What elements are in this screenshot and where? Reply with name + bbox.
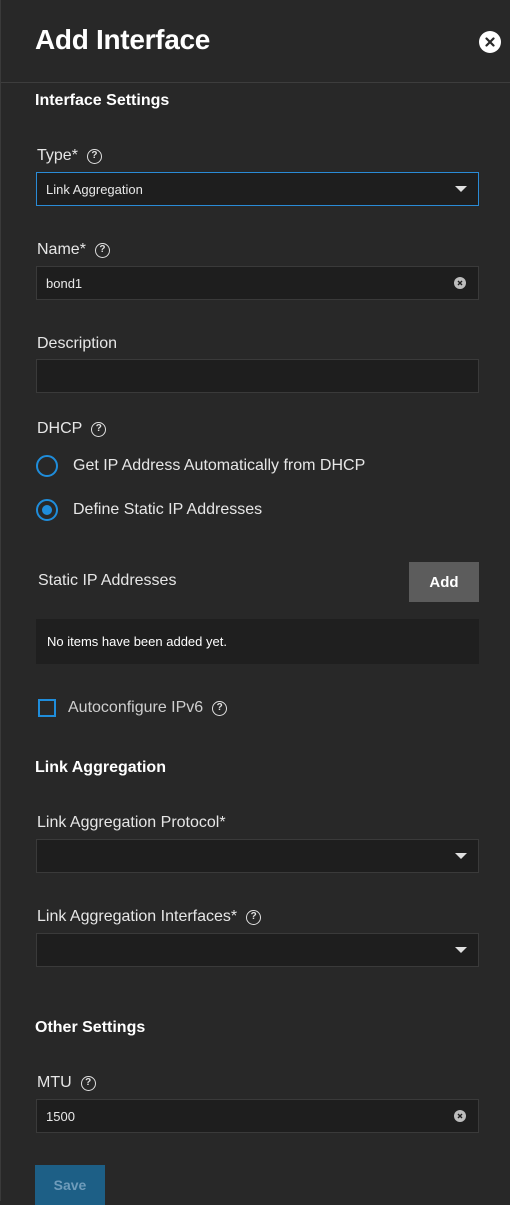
add-interface-panel: Add Interface Interface Settings Type * … <box>0 0 510 1205</box>
chevron-down-icon <box>455 853 467 859</box>
close-icon <box>485 37 495 47</box>
lag-protocol-label: Link Aggregation Protocol * <box>37 814 226 831</box>
help-icon[interactable]: ? <box>212 700 228 716</box>
autoconfigure-ipv6-label: Autoconfigure IPv6 ? <box>68 699 228 717</box>
dhcp-label: DHCP ? <box>37 420 107 438</box>
static-ip-empty-list: No items have been added yet. <box>36 619 479 664</box>
dhcp-auto-label[interactable]: Get IP Address Automatically from DHCP <box>73 457 365 475</box>
help-icon[interactable]: ? <box>80 1075 96 1091</box>
clear-icon[interactable] <box>454 1110 466 1122</box>
name-input-value: bond1 <box>46 275 83 291</box>
help-icon[interactable]: ? <box>86 148 102 164</box>
required-mark: * <box>219 814 226 831</box>
lag-interfaces-select[interactable] <box>36 933 479 967</box>
mtu-label: MTU ? <box>37 1074 96 1092</box>
mtu-input-value: 1500 <box>46 1108 75 1124</box>
add-static-ip-button[interactable]: Add <box>409 562 479 602</box>
lag-interfaces-label: Link Aggregation Interfaces * ? <box>37 908 262 926</box>
clear-icon[interactable] <box>454 277 466 289</box>
help-icon[interactable]: ? <box>94 242 110 258</box>
mtu-input[interactable]: 1500 <box>36 1099 479 1133</box>
autoconfigure-ipv6-checkbox[interactable] <box>38 699 56 717</box>
dhcp-static-radio[interactable] <box>36 499 58 521</box>
type-select[interactable]: Link Aggregation <box>36 172 479 206</box>
page-title: Add Interface <box>35 24 211 55</box>
section-title-link-aggregation: Link Aggregation <box>35 759 166 776</box>
chevron-down-icon <box>455 947 467 953</box>
chevron-down-icon <box>455 186 467 192</box>
help-icon[interactable]: ? <box>246 909 262 925</box>
help-icon[interactable]: ? <box>91 421 107 437</box>
required-mark: * <box>230 908 238 925</box>
section-title-interface-settings: Interface Settings <box>35 92 170 109</box>
dhcp-static-label[interactable]: Define Static IP Addresses <box>73 501 262 519</box>
dhcp-auto-radio[interactable] <box>36 455 58 477</box>
required-mark: * <box>71 147 78 164</box>
description-label: Description <box>37 335 118 352</box>
name-label: Name * ? <box>37 241 110 259</box>
type-label: Type * ? <box>37 147 102 165</box>
static-ip-label: Static IP Addresses <box>38 572 177 589</box>
name-input[interactable]: bond1 <box>36 266 479 300</box>
lag-protocol-select[interactable] <box>36 839 479 873</box>
section-title-other-settings: Other Settings <box>35 1019 146 1036</box>
required-mark: * <box>79 241 86 258</box>
type-select-value: Link Aggregation <box>46 181 143 197</box>
close-button[interactable] <box>479 31 501 53</box>
panel-header: Add Interface <box>1 0 510 83</box>
description-input[interactable] <box>36 359 479 393</box>
save-button[interactable]: Save <box>35 1165 105 1205</box>
